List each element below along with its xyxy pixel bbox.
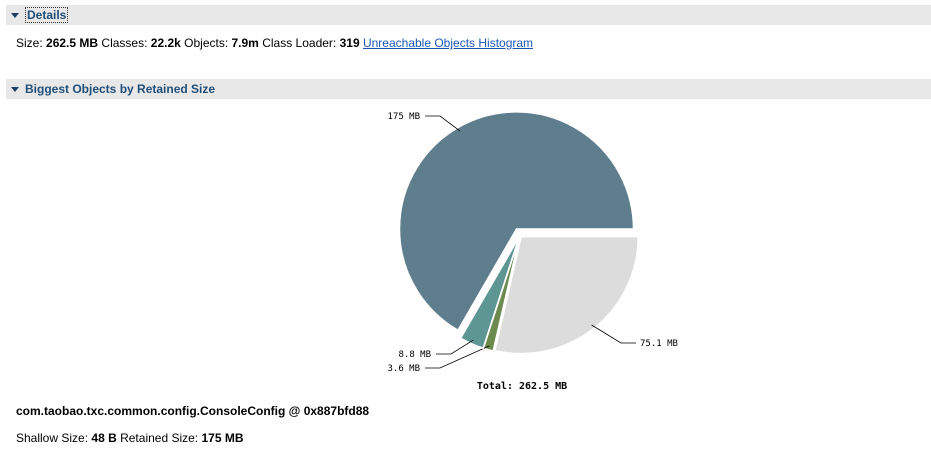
pie-total-label: Total: 262.5 MB	[477, 381, 567, 392]
pie-slice-label-1: 175 MB	[387, 112, 420, 122]
pie-slice-label-2: 75.1 MB	[640, 339, 678, 349]
pie-leader-line-2	[591, 324, 636, 344]
shallow-size-label: Shallow Size:	[16, 431, 89, 445]
retained-size-value: 175 MB	[201, 431, 244, 445]
pie-slice-2[interactable]	[494, 235, 639, 355]
pie-slice-label-4: 8.8 MB	[398, 350, 431, 360]
selected-object-name: com.taobao.txc.common.config.ConsoleConf…	[16, 404, 370, 418]
retained-size-pie-chart: 175 MB 75.1 MB 3.6 MB 8.8 MB Total: 262.5 MB	[387, 111, 678, 392]
shallow-size-value: 48 B	[91, 431, 117, 445]
pie-leader-line-3	[425, 345, 490, 369]
pie-chart-area: 175 MB 75.1 MB 3.6 MB 8.8 MB Total: 262.5 MB	[0, 0, 931, 464]
retained-size-label: Retained Size:	[120, 431, 199, 445]
pie-slice-label-3: 3.6 MB	[387, 364, 420, 374]
selected-object-sizes: Shallow Size: 48 B Retained Size: 175 MB	[16, 431, 244, 445]
